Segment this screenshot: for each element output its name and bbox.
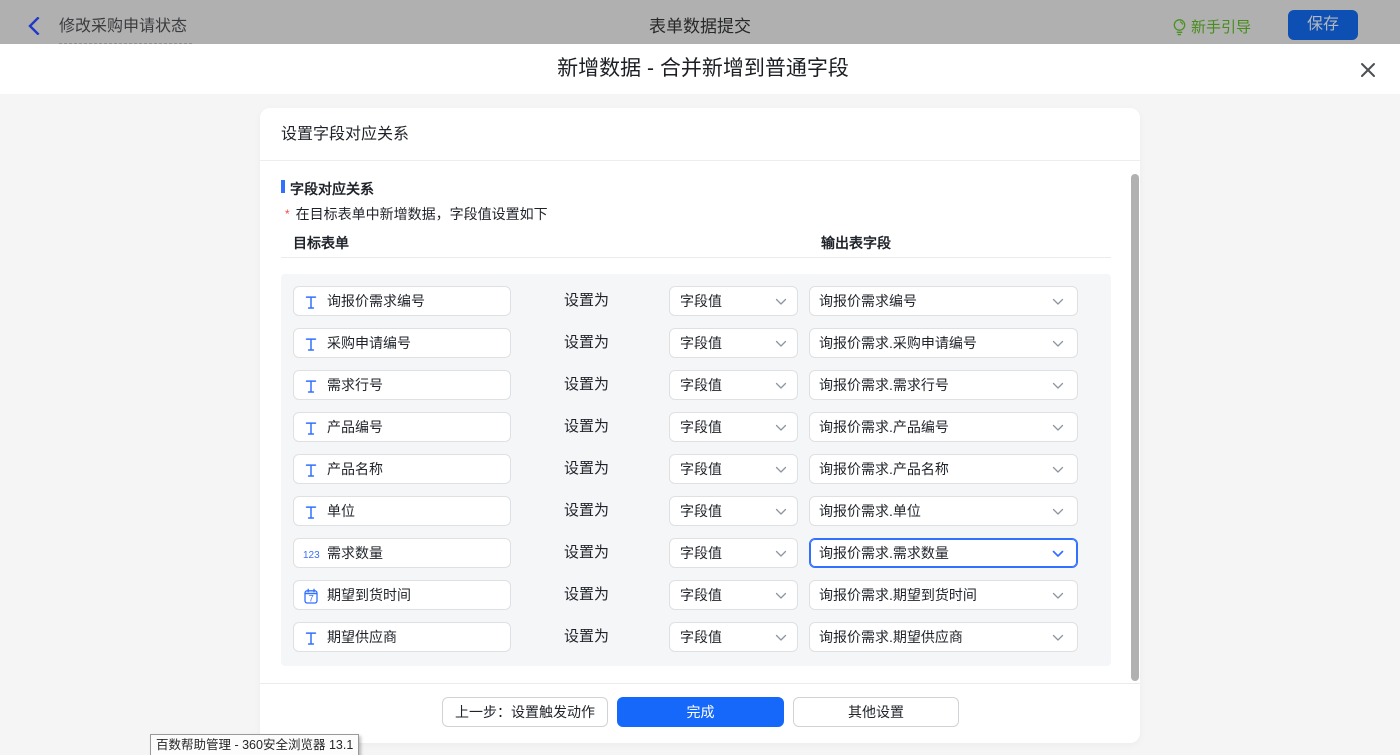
svg-text:7: 7 xyxy=(309,593,314,603)
